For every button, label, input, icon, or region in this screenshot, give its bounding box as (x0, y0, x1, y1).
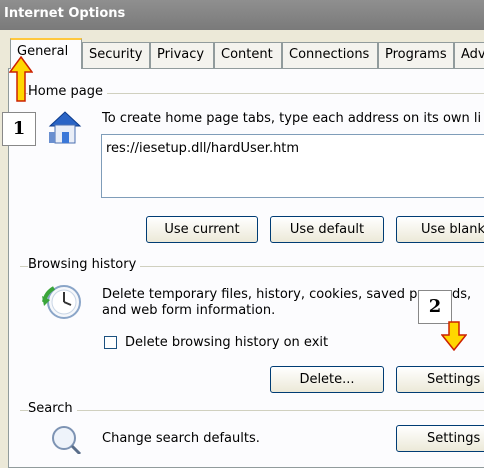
history-clock-icon (42, 285, 81, 319)
annotation-badge-1: 1 (2, 112, 36, 146)
tab-security[interactable]: Security (82, 42, 150, 68)
annotation-arrow-up-icon (9, 56, 33, 102)
browsing-history-description-tail: ds, (452, 287, 472, 302)
annotation-badge-2: 2 (418, 290, 452, 324)
history-settings-button[interactable]: Settings (396, 366, 484, 393)
tab-programs[interactable]: Programs (378, 42, 454, 68)
use-current-button[interactable]: Use current (146, 216, 258, 243)
tab-privacy[interactable]: Privacy (150, 42, 214, 68)
tab-strip: General Security Privacy Content Connect… (8, 38, 484, 69)
delete-on-exit-checkbox[interactable] (104, 336, 117, 349)
use-default-button[interactable]: Use default (270, 216, 384, 243)
delete-history-button[interactable]: Delete... (270, 366, 384, 393)
delete-on-exit-label[interactable]: Delete browsing history on exit (125, 335, 328, 350)
search-settings-button[interactable]: Settings (396, 425, 484, 452)
home-page-url-value: res://iesetup.dll/hardUser.htm (106, 141, 300, 156)
browsing-history-group-label: Browsing history (28, 257, 141, 272)
search-group-label: Search (28, 401, 77, 416)
tab-connections[interactable]: Connections (282, 42, 378, 68)
browsing-history-description-line1: Delete temporary files, history, cookies… (102, 287, 418, 302)
tab-content[interactable]: Content (214, 42, 282, 68)
title-bar: Internet Options (0, 0, 484, 30)
search-group-line (20, 410, 484, 411)
home-page-description: To create home page tabs, type each addr… (102, 111, 482, 126)
home-page-url-textarea[interactable]: res://iesetup.dll/hardUser.htm (101, 134, 484, 198)
search-magnifier-icon (52, 426, 82, 454)
tab-advanced[interactable]: Adv (454, 42, 484, 68)
window-title: Internet Options (4, 6, 126, 21)
home-icon (48, 111, 82, 144)
home-page-group-label: Home page (28, 84, 107, 99)
annotation-arrow-down-icon (441, 321, 467, 351)
browsing-history-description-line2: and web form information. (102, 303, 276, 318)
use-blank-button[interactable]: Use blank (396, 216, 484, 243)
search-description: Change search defaults. (102, 431, 260, 446)
